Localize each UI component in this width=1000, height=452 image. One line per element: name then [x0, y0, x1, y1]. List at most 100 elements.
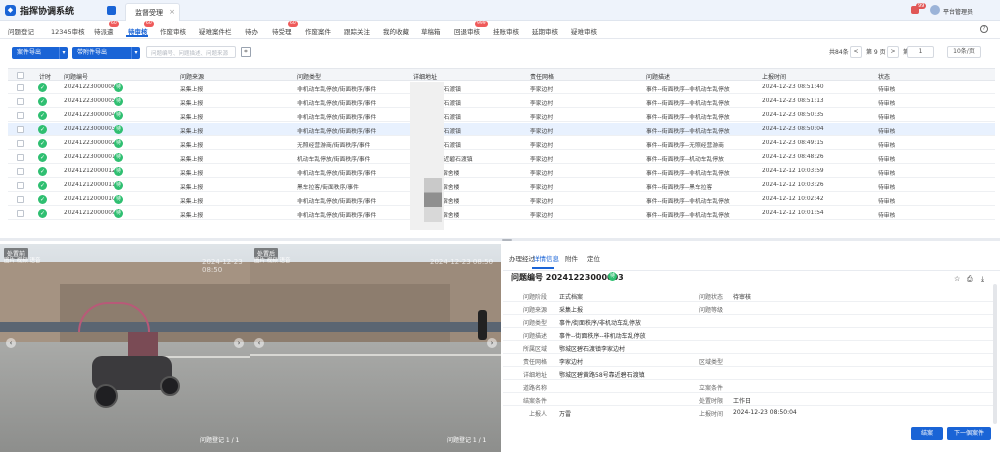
search-input[interactable]: 问题编号、问题描述、问题来源 — [146, 46, 236, 58]
row-checkbox[interactable] — [17, 126, 24, 133]
close-icon[interactable]: × — [169, 8, 175, 16]
nav-item[interactable]: 待派遣 — [94, 26, 114, 36]
apps-grid-icon[interactable] — [107, 6, 116, 15]
export-button[interactable]: 案件导出 ▾ — [12, 47, 68, 59]
prev-arrow-icon[interactable]: ‹ — [6, 338, 16, 348]
table-row[interactable]: ✓20241212000009采集上报非机动车乱停放/街面秩序/事件山林场职工宿… — [8, 207, 995, 220]
cell-id[interactable]: 20241223000006 — [64, 84, 114, 90]
prev-arrow-icon[interactable]: ‹ — [254, 338, 264, 348]
tab-details[interactable]: 详情信息 — [533, 253, 559, 263]
app-tab-supervision[interactable]: 监督受理 × — [125, 3, 180, 21]
chevron-down-icon[interactable]: ▾ — [131, 47, 140, 59]
pane-splitter[interactable] — [0, 238, 1000, 241]
table-row[interactable]: ✓20241223000003采集上报非机动车乱停放/街面秩序/事件58号靠近碧… — [8, 123, 995, 136]
cell-id[interactable]: 20241223000004 — [64, 112, 114, 118]
next-arrow-icon[interactable]: › — [487, 338, 497, 348]
pager-prev-button[interactable]: < — [850, 46, 862, 58]
media-type-tabs[interactable]: 图片 视频 语音 — [4, 256, 41, 264]
cell-id[interactable]: 20241212000011 — [64, 182, 114, 188]
filter-icon[interactable]: ⌗ — [241, 47, 251, 57]
pending-tag: 待 — [114, 97, 123, 106]
cell-desc: 事件--街面秩序--非机动车乱停放 — [646, 87, 730, 93]
help-icon[interactable]: ? — [980, 25, 988, 33]
cell-grid: 李家边村 — [530, 171, 554, 177]
nav-item[interactable]: 延期审核 — [532, 26, 558, 36]
user-name[interactable]: 平台管理员 — [943, 7, 973, 16]
nav-item[interactable]: 我的收藏 — [383, 26, 409, 36]
next-case-button[interactable]: 下一個案件 — [947, 427, 991, 440]
nav-item[interactable]: 草稿箱 — [421, 26, 441, 36]
row-checkbox[interactable] — [17, 98, 24, 105]
cell-id[interactable]: 20241223000001 — [64, 154, 114, 160]
nav-item[interactable]: 待办 — [245, 26, 258, 36]
tab-history[interactable]: 办理经过 — [509, 253, 535, 263]
table-row[interactable]: ✓20241223000002采集上报无照经营游商/街面秩序/事件58号靠近碧石… — [8, 137, 995, 150]
pager-goto-input[interactable]: 1 — [907, 46, 934, 58]
nav-item[interactable]: 疑难案件栏 — [199, 26, 232, 36]
row-checkbox[interactable] — [17, 140, 24, 147]
nav-item[interactable]: 作废审核 — [160, 26, 186, 36]
photo-before[interactable]: 2024-12-23 08:50 处置前 图片 视频 语音 ‹ › 问题登记 1… — [0, 244, 250, 452]
row-checkbox[interactable] — [17, 182, 24, 189]
media-type-tabs[interactable]: 图片 视频 语音 — [254, 256, 291, 264]
star-icon[interactable]: ☆ — [954, 275, 960, 283]
pending-tag: 待 — [114, 83, 123, 92]
cell-type: 非机动车乱停放/街面秩序/事件 — [297, 101, 377, 107]
row-checkbox[interactable] — [17, 84, 24, 91]
pedestrian — [478, 310, 487, 340]
detail-scrollbar[interactable] — [993, 284, 997, 424]
close-case-button[interactable]: 结案 — [911, 427, 943, 440]
table-row[interactable]: ✓20241223000001采集上报机动车乱停放/街面秩序/事件黄路58号靠近… — [8, 151, 995, 164]
download-icon[interactable]: ⤓ — [981, 275, 984, 284]
table-row[interactable]: ✓20241212000010采集上报非机动车乱停放/街面秩序/事件山林场职工宿… — [8, 193, 995, 206]
select-all-checkbox[interactable] — [17, 72, 24, 79]
nav-item[interactable]: 待受理 — [272, 26, 292, 36]
row-checkbox[interactable] — [17, 168, 24, 175]
cell-id[interactable]: 20241223000002 — [64, 140, 114, 146]
row-checkbox[interactable] — [17, 210, 24, 217]
cell-id[interactable]: 20241223000005 — [64, 98, 114, 104]
cell-id[interactable]: 20241223000003 — [64, 126, 114, 132]
table-row[interactable]: ✓20241212000012采集上报非机动车乱停放/街面秩序/事件山林场职工宿… — [8, 165, 995, 178]
avatar[interactable] — [930, 5, 940, 15]
table-row[interactable]: ✓20241212000011采集上报黑车拉客/街面秩序/事件山林场职工宿舍楼李… — [8, 179, 995, 192]
row-checkbox[interactable] — [17, 112, 24, 119]
cell-id[interactable]: 20241212000009 — [64, 210, 114, 216]
next-arrow-icon[interactable]: › — [234, 338, 244, 348]
table-row[interactable]: ✓20241223000006采集上报非机动车乱停放/街面秩序/事件58号靠近碧… — [8, 81, 995, 94]
nav-item[interactable]: 12345审核 — [51, 26, 85, 36]
splitter-handle[interactable] — [502, 239, 512, 241]
cell-id[interactable]: 20241212000012 — [64, 168, 114, 174]
chevron-down-icon[interactable]: ▾ — [59, 47, 68, 59]
timer-ok-icon: ✓ — [38, 153, 47, 162]
cell-id[interactable]: 20241212000010 — [64, 196, 114, 202]
nav-item[interactable]: 问题登记 — [8, 26, 34, 36]
tab-location[interactable]: 定位 — [587, 253, 600, 263]
cell-source: 采集上报 — [180, 157, 204, 163]
pending-tag: 待 — [114, 195, 123, 204]
print-icon[interactable]: ⎙ — [967, 275, 973, 284]
table-row[interactable]: ✓20241223000005采集上报非机动车乱停放/街面秩序/事件58号靠近碧… — [8, 95, 995, 108]
nav-item[interactable]: 疑难审核 — [571, 26, 597, 36]
nav-item[interactable]: 跟踪关注 — [344, 26, 370, 36]
pager-next-button[interactable]: > — [887, 46, 899, 58]
row-checkbox[interactable] — [17, 196, 24, 203]
row-checkbox[interactable] — [17, 154, 24, 161]
photo-caption: 问题登记 1 / 1 — [447, 437, 487, 444]
attach-export-button[interactable]: 带附件导出 ▾ — [72, 47, 140, 59]
shield-logo-icon: ◆ — [5, 5, 16, 16]
nav-item[interactable]: 回退审核 — [454, 26, 480, 36]
pending-tag: 待 — [114, 181, 123, 190]
nav-item[interactable]: 挂账审核 — [493, 26, 519, 36]
nav-item[interactable]: 作废案件 — [305, 26, 331, 36]
page-size-select[interactable]: 10条/页 — [947, 46, 981, 58]
photo-after[interactable]: 2024-12-23 08:50 处置后 图片 视频 语音 ‹ › 问题登记 1… — [250, 244, 501, 452]
col-header: 问题来源 — [180, 74, 205, 81]
cell-time: 2024-12-23 08:51:40 — [762, 84, 824, 90]
field-label: 问题状态 — [698, 294, 723, 301]
cell-status: 待审核 — [878, 157, 896, 163]
tab-attachments[interactable]: 附件 — [565, 253, 578, 263]
timer-ok-icon: ✓ — [38, 167, 47, 176]
row-divider — [503, 392, 993, 393]
table-row[interactable]: ✓20241223000004采集上报非机动车乱停放/街面秩序/事件58号靠近碧… — [8, 109, 995, 122]
